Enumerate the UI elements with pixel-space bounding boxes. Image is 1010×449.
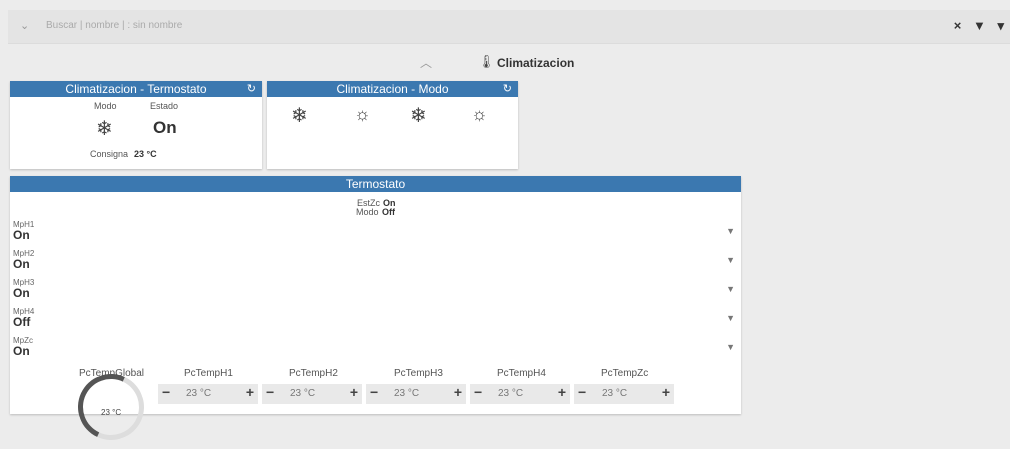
minus-button[interactable]: −	[370, 384, 378, 400]
caret-down-icon[interactable]: ▼	[726, 342, 735, 352]
minus-button[interactable]: −	[162, 384, 170, 400]
pctemph1-label: PcTempH1	[184, 368, 233, 379]
minus-button[interactable]: −	[578, 384, 586, 400]
chevron-down-icon[interactable]: ⌄	[20, 19, 29, 32]
search-input[interactable]: Buscar | nombre | : sin nombre	[46, 20, 182, 31]
estado-label: Estado	[150, 101, 179, 111]
card-title: Climatizacion - Termostato	[65, 82, 207, 96]
caret-down-icon[interactable]: ▼	[726, 226, 735, 236]
pctempzc-stepper: − 23 °C +	[574, 384, 674, 404]
sun-icon[interactable]: ☼	[471, 104, 488, 125]
caret-down-icon[interactable]: ▼	[726, 284, 735, 294]
panel-title: Termostato	[345, 177, 406, 191]
consigna-value: 23 °C	[134, 149, 157, 159]
plus-button[interactable]: +	[454, 384, 462, 400]
pctempzc-label: PcTempZc	[601, 368, 649, 379]
search-bar: ⌄ Buscar | nombre | : sin nombre × ▼ ▾	[8, 10, 1010, 44]
minus-button[interactable]: −	[474, 384, 482, 400]
refresh-icon[interactable]: ↻	[503, 81, 512, 97]
plus-button[interactable]: +	[558, 384, 566, 400]
stepper-value: 23 °C	[186, 388, 212, 399]
row-mph2[interactable]: MpH2 On ▼	[10, 249, 741, 277]
minus-button[interactable]: −	[266, 384, 274, 400]
card-title: Climatizacion - Modo	[336, 82, 449, 96]
panel-header: Termostato	[10, 176, 741, 192]
caret-down-icon[interactable]: ▼	[726, 255, 735, 265]
gauge-value: 23 °C	[101, 408, 122, 417]
sun-icon[interactable]: ☼	[354, 104, 371, 125]
section-title: Climatizacion	[497, 56, 575, 70]
plus-button[interactable]: +	[246, 384, 254, 400]
panel-termostato: Termostato EstZc On Modo Off MpH1 On ▼ M…	[10, 176, 741, 449]
estado-value: On	[153, 118, 177, 137]
plus-button[interactable]: +	[350, 384, 358, 400]
snowflake-icon[interactable]: ❄	[291, 103, 308, 128]
plus-button[interactable]: +	[662, 384, 670, 400]
pctemph4-stepper: − 23 °C +	[470, 384, 570, 404]
modo-label: Modo	[94, 101, 117, 111]
row-mph3[interactable]: MpH3 On ▼	[10, 278, 741, 306]
pctemph3-label: PcTempH3	[394, 368, 443, 379]
toolbar-icons[interactable]: × ▼ ▾	[954, 18, 1008, 34]
stepper-value: 23 °C	[498, 388, 524, 399]
row-mph1[interactable]: MpH1 On ▼	[10, 220, 741, 248]
refresh-icon[interactable]: ↻	[247, 81, 256, 97]
consigna-label: Consigna	[90, 149, 129, 159]
pctemph1-stepper: − 23 °C +	[158, 384, 258, 404]
pctemph2-label: PcTempH2	[289, 368, 338, 379]
stepper-value: 23 °C	[290, 388, 316, 399]
snowflake-icon[interactable]: ❄	[410, 103, 427, 128]
row-value: On	[13, 228, 30, 242]
row-value: On	[13, 257, 30, 271]
stepper-value: 23 °C	[394, 388, 420, 399]
modo-label: Modo	[356, 207, 379, 217]
pctemph2-stepper: − 23 °C +	[262, 384, 362, 404]
stepper-value: 23 °C	[602, 388, 628, 399]
chevron-up-icon[interactable]: ︿	[420, 54, 432, 71]
row-mpzc[interactable]: MpZc On ▼	[10, 336, 741, 364]
row-mph4[interactable]: MpH4 Off ▼	[10, 307, 741, 335]
pctemph4-label: PcTempH4	[497, 368, 546, 379]
card-climatizacion-termostato: Climatizacion - Termostato ↻ Modo Estado…	[10, 81, 262, 169]
pctemph3-stepper: − 23 °C +	[366, 384, 466, 404]
row-value: On	[13, 286, 30, 300]
card-header: Climatizacion - Modo ↻	[267, 81, 518, 97]
row-value: On	[13, 344, 30, 358]
snowflake-icon: ❄	[96, 118, 113, 140]
row-value: Off	[13, 315, 31, 329]
modo-value: Off	[382, 207, 395, 217]
section-header: ︿ 🌡 Climatizacion	[420, 54, 620, 74]
card-climatizacion-modo: Climatizacion - Modo ↻ ❄ ☼ ❄ ☼	[267, 81, 518, 169]
caret-down-icon[interactable]: ▼	[726, 313, 735, 323]
thermometer-icon: 🌡	[478, 54, 495, 69]
card-header: Climatizacion - Termostato ↻	[10, 81, 262, 97]
